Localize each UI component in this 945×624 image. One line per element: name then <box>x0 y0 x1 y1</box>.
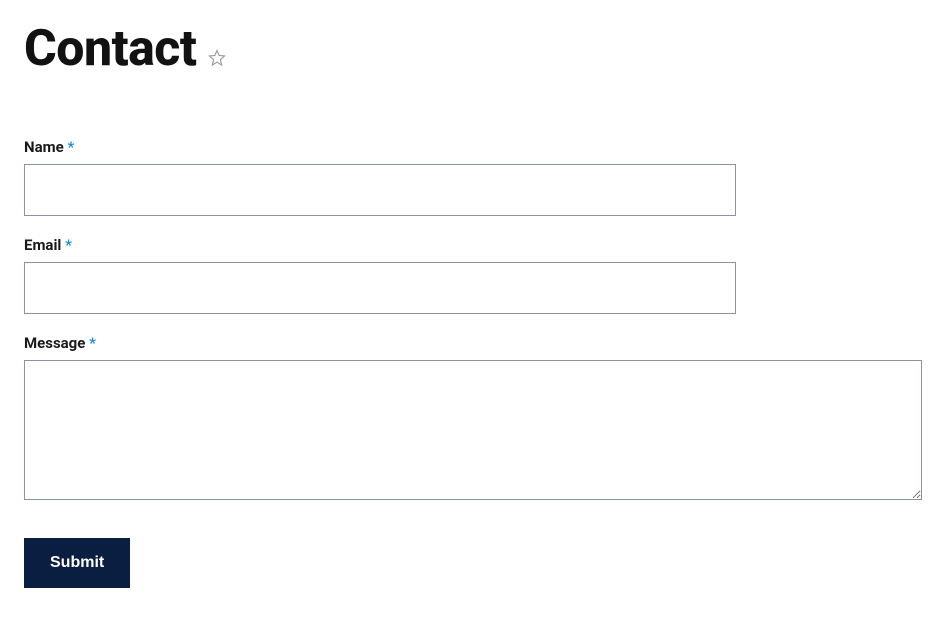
page-header: Contact <box>24 20 921 78</box>
star-icon[interactable] <box>208 49 226 67</box>
email-input[interactable] <box>24 262 736 314</box>
email-label: Email * <box>24 236 921 254</box>
required-asterisk: * <box>65 236 72 254</box>
message-label-text: Message <box>24 334 85 352</box>
name-label-text: Name <box>24 138 64 156</box>
message-label: Message * <box>24 334 921 352</box>
required-asterisk: * <box>67 138 74 156</box>
name-input[interactable] <box>24 164 736 216</box>
email-field: Email * <box>24 236 921 314</box>
message-input[interactable] <box>24 360 922 500</box>
name-label: Name * <box>24 138 921 156</box>
email-label-text: Email <box>24 236 61 254</box>
name-field: Name * <box>24 138 921 216</box>
submit-button[interactable]: Submit <box>24 538 130 588</box>
contact-form: Name * Email * Message * Submit <box>24 138 921 588</box>
required-asterisk: * <box>89 334 96 352</box>
message-field: Message * <box>24 334 921 504</box>
page-title: Contact <box>24 20 196 78</box>
